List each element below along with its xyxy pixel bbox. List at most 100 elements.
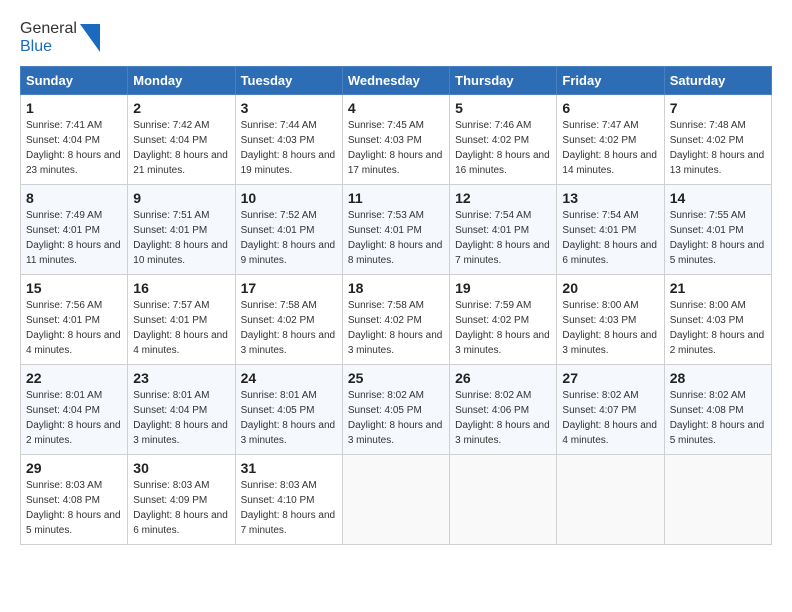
day-number: 1 — [26, 100, 122, 116]
day-number: 25 — [348, 370, 444, 386]
day-number: 5 — [455, 100, 551, 116]
calendar-cell: 3 Sunrise: 7:44 AMSunset: 4:03 PMDayligh… — [235, 95, 342, 185]
day-info: Sunrise: 7:58 AMSunset: 4:02 PMDaylight:… — [348, 298, 444, 358]
calendar-cell: 13 Sunrise: 7:54 AMSunset: 4:01 PMDaylig… — [557, 185, 664, 275]
calendar-cell: 26 Sunrise: 8:02 AMSunset: 4:06 PMDaylig… — [450, 365, 557, 455]
day-number: 17 — [241, 280, 337, 296]
day-info: Sunrise: 8:02 AMSunset: 4:08 PMDaylight:… — [670, 388, 766, 448]
page-header: General Blue — [20, 20, 772, 56]
day-info: Sunrise: 7:54 AMSunset: 4:01 PMDaylight:… — [562, 208, 658, 268]
calendar-cell: 4 Sunrise: 7:45 AMSunset: 4:03 PMDayligh… — [342, 95, 449, 185]
day-number: 27 — [562, 370, 658, 386]
calendar-cell: 23 Sunrise: 8:01 AMSunset: 4:04 PMDaylig… — [128, 365, 235, 455]
calendar-cell: 27 Sunrise: 8:02 AMSunset: 4:07 PMDaylig… — [557, 365, 664, 455]
calendar-cell: 25 Sunrise: 8:02 AMSunset: 4:05 PMDaylig… — [342, 365, 449, 455]
day-info: Sunrise: 7:41 AMSunset: 4:04 PMDaylight:… — [26, 118, 122, 178]
day-number: 19 — [455, 280, 551, 296]
col-header-sunday: Sunday — [21, 67, 128, 95]
calendar-cell — [450, 455, 557, 545]
calendar-cell: 6 Sunrise: 7:47 AMSunset: 4:02 PMDayligh… — [557, 95, 664, 185]
day-number: 7 — [670, 100, 766, 116]
logo-blue: Blue — [20, 38, 52, 55]
day-info: Sunrise: 8:02 AMSunset: 4:05 PMDaylight:… — [348, 388, 444, 448]
calendar-cell: 14 Sunrise: 7:55 AMSunset: 4:01 PMDaylig… — [664, 185, 771, 275]
day-number: 6 — [562, 100, 658, 116]
calendar-cell: 31 Sunrise: 8:03 AMSunset: 4:10 PMDaylig… — [235, 455, 342, 545]
calendar-cell — [342, 455, 449, 545]
calendar-cell: 2 Sunrise: 7:42 AMSunset: 4:04 PMDayligh… — [128, 95, 235, 185]
col-header-thursday: Thursday — [450, 67, 557, 95]
day-number: 22 — [26, 370, 122, 386]
day-number: 10 — [241, 190, 337, 206]
day-number: 4 — [348, 100, 444, 116]
day-info: Sunrise: 8:01 AMSunset: 4:04 PMDaylight:… — [133, 388, 229, 448]
calendar-cell: 30 Sunrise: 8:03 AMSunset: 4:09 PMDaylig… — [128, 455, 235, 545]
calendar-cell: 17 Sunrise: 7:58 AMSunset: 4:02 PMDaylig… — [235, 275, 342, 365]
logo-icon — [80, 24, 100, 52]
day-info: Sunrise: 7:59 AMSunset: 4:02 PMDaylight:… — [455, 298, 551, 358]
day-number: 2 — [133, 100, 229, 116]
day-info: Sunrise: 7:44 AMSunset: 4:03 PMDaylight:… — [241, 118, 337, 178]
calendar-week-4: 22 Sunrise: 8:01 AMSunset: 4:04 PMDaylig… — [21, 365, 772, 455]
day-number: 20 — [562, 280, 658, 296]
logo-general: General — [20, 20, 77, 37]
calendar-week-5: 29 Sunrise: 8:03 AMSunset: 4:08 PMDaylig… — [21, 455, 772, 545]
day-number: 28 — [670, 370, 766, 386]
calendar-cell: 19 Sunrise: 7:59 AMSunset: 4:02 PMDaylig… — [450, 275, 557, 365]
day-info: Sunrise: 7:55 AMSunset: 4:01 PMDaylight:… — [670, 208, 766, 268]
day-info: Sunrise: 7:42 AMSunset: 4:04 PMDaylight:… — [133, 118, 229, 178]
day-number: 24 — [241, 370, 337, 386]
day-info: Sunrise: 7:56 AMSunset: 4:01 PMDaylight:… — [26, 298, 122, 358]
day-number: 13 — [562, 190, 658, 206]
calendar-cell: 5 Sunrise: 7:46 AMSunset: 4:02 PMDayligh… — [450, 95, 557, 185]
day-number: 18 — [348, 280, 444, 296]
day-info: Sunrise: 7:46 AMSunset: 4:02 PMDaylight:… — [455, 118, 551, 178]
day-info: Sunrise: 8:02 AMSunset: 4:07 PMDaylight:… — [562, 388, 658, 448]
calendar-cell — [557, 455, 664, 545]
day-info: Sunrise: 7:53 AMSunset: 4:01 PMDaylight:… — [348, 208, 444, 268]
calendar-week-3: 15 Sunrise: 7:56 AMSunset: 4:01 PMDaylig… — [21, 275, 772, 365]
calendar-cell: 15 Sunrise: 7:56 AMSunset: 4:01 PMDaylig… — [21, 275, 128, 365]
col-header-wednesday: Wednesday — [342, 67, 449, 95]
calendar-cell: 12 Sunrise: 7:54 AMSunset: 4:01 PMDaylig… — [450, 185, 557, 275]
calendar-table: SundayMondayTuesdayWednesdayThursdayFrid… — [20, 66, 772, 545]
calendar-cell: 16 Sunrise: 7:57 AMSunset: 4:01 PMDaylig… — [128, 275, 235, 365]
calendar-cell: 8 Sunrise: 7:49 AMSunset: 4:01 PMDayligh… — [21, 185, 128, 275]
day-info: Sunrise: 7:47 AMSunset: 4:02 PMDaylight:… — [562, 118, 658, 178]
calendar-cell: 28 Sunrise: 8:02 AMSunset: 4:08 PMDaylig… — [664, 365, 771, 455]
day-number: 12 — [455, 190, 551, 206]
day-number: 23 — [133, 370, 229, 386]
calendar-cell: 29 Sunrise: 8:03 AMSunset: 4:08 PMDaylig… — [21, 455, 128, 545]
day-number: 9 — [133, 190, 229, 206]
day-info: Sunrise: 8:03 AMSunset: 4:08 PMDaylight:… — [26, 478, 122, 538]
col-header-tuesday: Tuesday — [235, 67, 342, 95]
day-number: 11 — [348, 190, 444, 206]
day-info: Sunrise: 7:54 AMSunset: 4:01 PMDaylight:… — [455, 208, 551, 268]
calendar-week-1: 1 Sunrise: 7:41 AMSunset: 4:04 PMDayligh… — [21, 95, 772, 185]
day-info: Sunrise: 8:03 AMSunset: 4:10 PMDaylight:… — [241, 478, 337, 538]
calendar-cell: 11 Sunrise: 7:53 AMSunset: 4:01 PMDaylig… — [342, 185, 449, 275]
day-number: 31 — [241, 460, 337, 476]
day-number: 14 — [670, 190, 766, 206]
day-info: Sunrise: 7:48 AMSunset: 4:02 PMDaylight:… — [670, 118, 766, 178]
calendar-cell: 24 Sunrise: 8:01 AMSunset: 4:05 PMDaylig… — [235, 365, 342, 455]
day-number: 8 — [26, 190, 122, 206]
day-info: Sunrise: 7:51 AMSunset: 4:01 PMDaylight:… — [133, 208, 229, 268]
day-info: Sunrise: 7:45 AMSunset: 4:03 PMDaylight:… — [348, 118, 444, 178]
day-number: 26 — [455, 370, 551, 386]
day-info: Sunrise: 8:00 AMSunset: 4:03 PMDaylight:… — [670, 298, 766, 358]
calendar-header-row: SundayMondayTuesdayWednesdayThursdayFrid… — [21, 67, 772, 95]
day-number: 30 — [133, 460, 229, 476]
day-info: Sunrise: 8:00 AMSunset: 4:03 PMDaylight:… — [562, 298, 658, 358]
col-header-saturday: Saturday — [664, 67, 771, 95]
calendar-cell: 7 Sunrise: 7:48 AMSunset: 4:02 PMDayligh… — [664, 95, 771, 185]
day-info: Sunrise: 8:01 AMSunset: 4:04 PMDaylight:… — [26, 388, 122, 448]
calendar-cell: 20 Sunrise: 8:00 AMSunset: 4:03 PMDaylig… — [557, 275, 664, 365]
day-info: Sunrise: 8:01 AMSunset: 4:05 PMDaylight:… — [241, 388, 337, 448]
calendar-cell: 22 Sunrise: 8:01 AMSunset: 4:04 PMDaylig… — [21, 365, 128, 455]
day-info: Sunrise: 7:57 AMSunset: 4:01 PMDaylight:… — [133, 298, 229, 358]
day-info: Sunrise: 8:03 AMSunset: 4:09 PMDaylight:… — [133, 478, 229, 538]
day-number: 15 — [26, 280, 122, 296]
calendar-cell: 10 Sunrise: 7:52 AMSunset: 4:01 PMDaylig… — [235, 185, 342, 275]
col-header-monday: Monday — [128, 67, 235, 95]
